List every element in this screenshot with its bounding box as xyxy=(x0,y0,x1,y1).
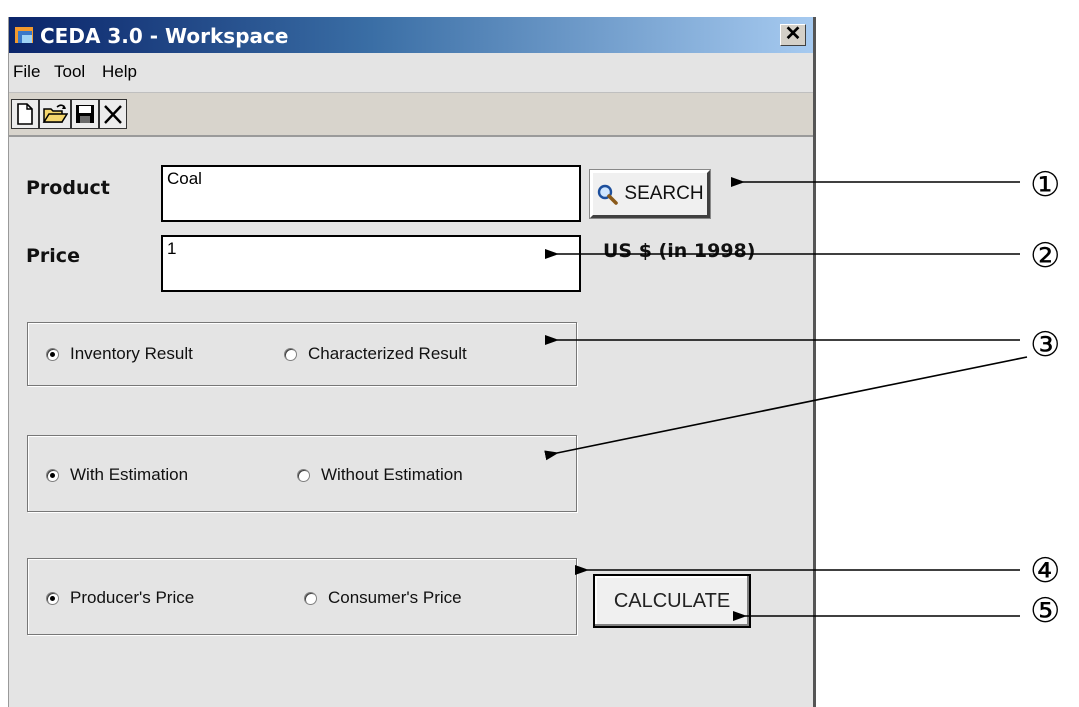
callout-1: ① xyxy=(1030,165,1060,205)
callout-annotations: ① ② ③ ④ ⑤ xyxy=(544,165,1060,631)
callout-arrow-3b xyxy=(544,356,1028,461)
callout-3: ③ xyxy=(1030,325,1060,365)
callout-2: ② xyxy=(1030,236,1060,276)
callout-5: ⑤ xyxy=(1030,591,1060,631)
callout-4: ④ xyxy=(1030,551,1060,591)
